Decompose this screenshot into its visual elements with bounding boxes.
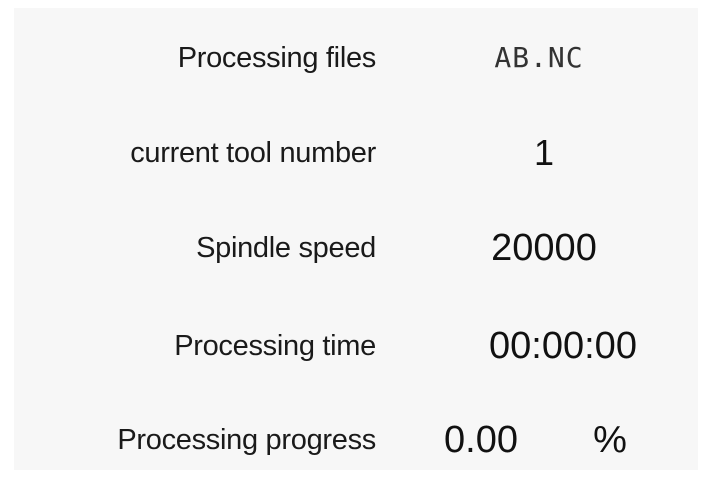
processing-time-value: 00:00:00: [489, 325, 637, 367]
processing-files-value: AB.NC: [494, 41, 584, 74]
processing-progress-label: Processing progress: [117, 424, 376, 456]
processing-progress-row: Processing progress 0.00 %: [14, 410, 698, 470]
processing-time-label: Processing time: [174, 330, 376, 362]
processing-files-label: Processing files: [177, 42, 377, 74]
spindle-speed-value: 20000: [491, 227, 597, 269]
tool-number-row: current tool number 1: [14, 123, 698, 183]
processing-status-panel: Processing files AB.NC current tool numb…: [14, 8, 698, 470]
processing-files-row: Processing files AB.NC: [14, 28, 698, 88]
tool-number-value: 1: [533, 132, 555, 173]
spindle-speed-label: Spindle speed: [196, 232, 376, 264]
spindle-speed-row: Spindle speed 20000: [14, 218, 698, 278]
tool-number-label: current tool number: [130, 137, 376, 169]
processing-time-row: Processing time 00:00:00: [14, 316, 698, 376]
processing-progress-unit: %: [593, 419, 627, 461]
processing-progress-value: 0.00: [444, 419, 518, 461]
